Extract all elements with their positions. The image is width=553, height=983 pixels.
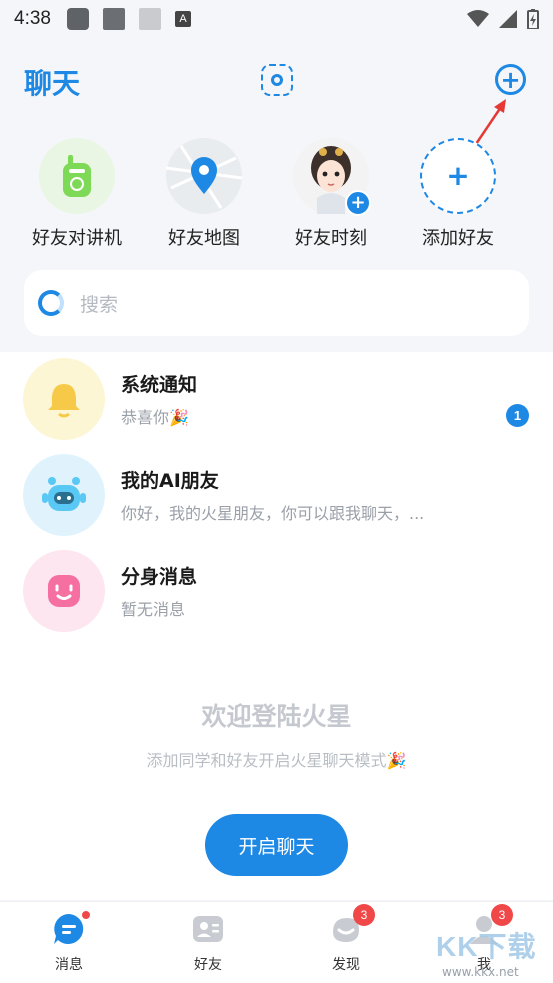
watermark-url: www.kkx.net — [442, 965, 519, 979]
quick-action-label: 好友地图 — [168, 228, 240, 249]
quick-action-label: 好友对讲机 — [32, 228, 122, 249]
watermark-logo: KK下载 www.kkx.net — [436, 925, 548, 981]
list-item-ai-friend[interactable]: 我的AI朋友 你好，我的火星朋友，你可以跟我聊天，... — [0, 448, 553, 544]
quick-action-friend-moments[interactable]: + 好友时刻 — [276, 138, 386, 250]
tab-label: 发现 — [332, 957, 360, 973]
watermark-text: KK下载 — [436, 931, 537, 962]
list-item-subtitle: 你好，我的火星朋友，你可以跟我聊天，... — [121, 504, 425, 523]
contacts-icon — [193, 916, 223, 942]
plus-icon: + — [500, 65, 521, 94]
tab-label: 消息 — [55, 957, 83, 973]
wifi-icon — [467, 10, 489, 27]
message-list: 系统通知 恭喜你🎉 1 我的AI朋友 你好，我的火星朋友，你可以跟我聊天，... — [0, 352, 553, 900]
quick-actions: 好友对讲机 好友地图 + 好友时刻 + 添加好友 — [0, 138, 553, 250]
tab-friends[interactable]: 好友 — [168, 912, 248, 974]
quick-action-walkie-talkie[interactable]: 好友对讲机 — [22, 138, 132, 250]
bell-icon — [48, 384, 80, 418]
quick-action-friend-map[interactable]: 好友地图 — [149, 138, 259, 250]
status-time: 4:38 — [14, 8, 51, 29]
welcome-title: 欢迎登陆火星 — [201, 702, 352, 731]
quick-action-label: 添加好友 — [422, 228, 494, 249]
add-moment-icon: + — [345, 190, 371, 216]
font-a-icon: A — [174, 11, 191, 27]
tab-label: 好友 — [194, 957, 222, 973]
page-title: 聊天 — [24, 67, 81, 100]
list-item-system-notice[interactable]: 系统通知 恭喜你🎉 1 — [0, 352, 553, 448]
scan-icon — [271, 74, 283, 86]
smile-icon — [48, 575, 80, 607]
notification-badge: 3 — [491, 904, 513, 926]
list-item-avatar-messages[interactable]: 分身消息 暂无消息 — [0, 544, 553, 640]
notification-icon — [66, 8, 89, 30]
quick-action-add-friend[interactable]: + 添加好友 — [403, 138, 513, 250]
list-item-title: 我的AI朋友 — [121, 470, 219, 492]
plus-icon: + — [446, 159, 470, 192]
unread-dot — [80, 909, 92, 921]
start-chat-button[interactable]: 开启聊天 — [205, 814, 348, 876]
status-bar: 4:38 A — [0, 0, 553, 38]
signal-icon — [499, 10, 517, 28]
search-input[interactable]: 搜索 — [24, 270, 529, 336]
add-button[interactable]: + — [495, 64, 526, 95]
search-icon — [38, 290, 64, 316]
notification-icon — [102, 8, 125, 30]
notification-icon — [138, 8, 161, 30]
battery-icon — [527, 9, 539, 29]
list-item-title: 分身消息 — [121, 566, 198, 588]
map-pin-icon — [166, 145, 242, 209]
notification-badge: 3 — [353, 904, 375, 926]
scan-button[interactable] — [261, 64, 293, 96]
quick-action-label: 好友时刻 — [295, 228, 367, 249]
tab-discover[interactable]: 3 发现 — [306, 904, 386, 974]
welcome-subtitle: 添加同学和好友开启火星聊天模式🎉 — [146, 751, 407, 770]
list-item-title: 系统通知 — [121, 374, 198, 396]
walkie-talkie-icon — [63, 155, 91, 197]
tab-messages[interactable]: 消息 — [29, 909, 109, 974]
list-item-subtitle: 暂无消息 — [121, 600, 186, 619]
list-item-subtitle: 恭喜你🎉 — [121, 408, 189, 427]
robot-icon — [42, 477, 86, 511]
unread-badge: 1 — [506, 404, 529, 427]
search-placeholder: 搜索 — [80, 293, 119, 316]
